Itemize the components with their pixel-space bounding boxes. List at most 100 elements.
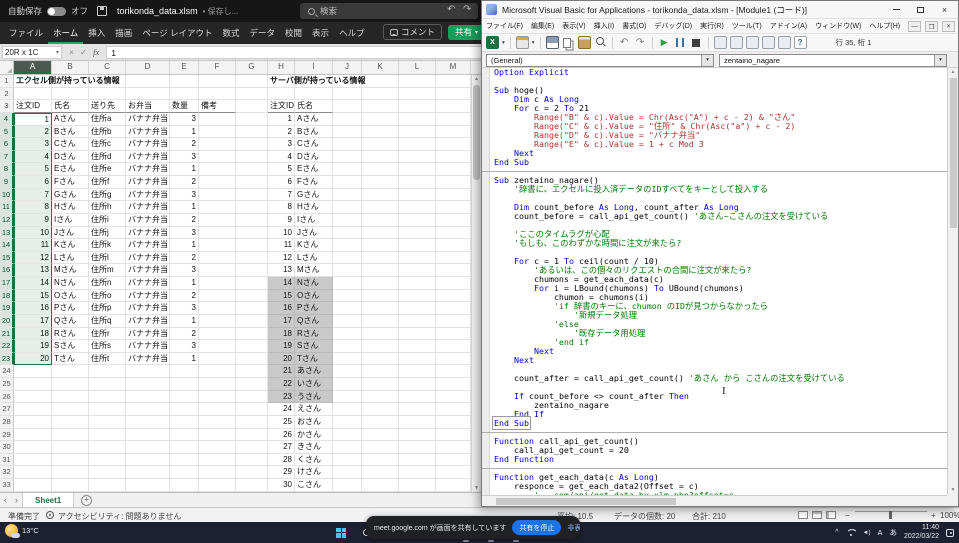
stop-sharing-button[interactable]: 共有を停止	[512, 520, 561, 535]
cell-K14[interactable]	[362, 239, 399, 252]
cell-F7[interactable]	[199, 151, 236, 164]
code-line[interactable]: 'end if	[494, 338, 947, 347]
cell-D19[interactable]: バナナ弁当	[126, 302, 170, 315]
cell-D29[interactable]	[126, 429, 170, 442]
project-explorer-icon[interactable]	[730, 36, 743, 49]
cell-G9[interactable]	[236, 176, 268, 189]
ribbon-tab[interactable]: 描画	[110, 22, 137, 44]
cell-D18[interactable]: バナナ弁当	[126, 290, 170, 303]
cell-L27[interactable]	[399, 403, 436, 416]
cell-A4[interactable]: 1	[14, 113, 52, 126]
cell-A28[interactable]	[14, 416, 52, 429]
cell-B22[interactable]: Sさん	[52, 340, 89, 353]
cell-C16[interactable]: 住所m	[89, 264, 126, 277]
cell-A30[interactable]	[14, 441, 52, 454]
vba-titlebar[interactable]: Microsoft Visual Basic for Applications …	[482, 1, 958, 19]
cell-J2[interactable]	[333, 88, 362, 101]
cell-K4[interactable]	[362, 113, 399, 126]
row-header-9[interactable]: 9	[0, 176, 14, 189]
cell-C23[interactable]: 住所t	[89, 353, 126, 366]
column-header-C[interactable]: C	[89, 61, 126, 74]
cell-K19[interactable]	[362, 302, 399, 315]
row-header-18[interactable]: 18	[0, 290, 14, 303]
cell-D32[interactable]	[126, 466, 170, 479]
sheet-nav-left-icon[interactable]: ‹	[0, 495, 11, 505]
cell-M1[interactable]	[436, 75, 471, 88]
cell-K32[interactable]	[362, 466, 399, 479]
cell-J11[interactable]	[333, 201, 362, 214]
row-header-15[interactable]: 15	[0, 252, 14, 265]
cell-H5[interactable]: 2	[268, 126, 295, 139]
zoom-level[interactable]: 100%	[940, 511, 959, 520]
cell-E25[interactable]	[170, 378, 199, 391]
cell-C30[interactable]	[89, 441, 126, 454]
cell-K1[interactable]	[362, 75, 399, 88]
row-header-6[interactable]: 6	[0, 138, 14, 151]
cell-E7[interactable]: 3	[170, 151, 199, 164]
row-header-25[interactable]: 25	[0, 378, 14, 391]
cell-M20[interactable]	[436, 315, 471, 328]
cell-J12[interactable]	[333, 214, 362, 227]
cell-K30[interactable]	[362, 441, 399, 454]
cell-C3[interactable]: 送り先	[89, 100, 126, 113]
cell-I3[interactable]: 氏名	[295, 100, 333, 113]
row-header-29[interactable]: 29	[0, 429, 14, 442]
vba-menu-item[interactable]: 編集(E)	[527, 21, 558, 31]
code-line[interactable]: count_after = call_api_get_count() 'あさん …	[494, 374, 947, 383]
cell-E4[interactable]: 3	[170, 113, 199, 126]
cell-B10[interactable]: Gさん	[52, 189, 89, 202]
code-line[interactable]: End If	[494, 410, 947, 419]
ribbon-tab[interactable]: データ	[245, 22, 281, 44]
cell-D20[interactable]: バナナ弁当	[126, 315, 170, 328]
row-header-32[interactable]: 32	[0, 466, 14, 479]
cell-K7[interactable]	[362, 151, 399, 164]
cell-C6[interactable]: 住所c	[89, 138, 126, 151]
cell-F27[interactable]	[199, 403, 236, 416]
row-header-8[interactable]: 8	[0, 163, 14, 176]
undo-icon[interactable]: ↶	[618, 36, 631, 49]
cell-J30[interactable]	[333, 441, 362, 454]
cell-L21[interactable]	[399, 328, 436, 341]
column-header-J[interactable]: J	[333, 61, 362, 74]
cell-I22[interactable]: Sさん	[295, 340, 333, 353]
cell-L8[interactable]	[399, 163, 436, 176]
cell-L4[interactable]	[399, 113, 436, 126]
stop-icon[interactable]	[690, 36, 703, 49]
code-line[interactable]	[494, 77, 947, 86]
cell-D7[interactable]: バナナ弁当	[126, 151, 170, 164]
cell-E11[interactable]: 1	[170, 201, 199, 214]
cell-I10[interactable]: Gさん	[295, 189, 333, 202]
cell-I19[interactable]: Pさん	[295, 302, 333, 315]
cell-J6[interactable]	[333, 138, 362, 151]
cell-M14[interactable]	[436, 239, 471, 252]
cell-J16[interactable]	[333, 264, 362, 277]
cell-A1[interactable]: エクセル側が持っている情報	[14, 75, 52, 88]
cell-M33[interactable]	[436, 479, 471, 492]
row-header-17[interactable]: 17	[0, 277, 14, 290]
cell-I12[interactable]: Iさん	[295, 214, 333, 227]
design-mode-icon[interactable]	[714, 36, 727, 49]
row-header-5[interactable]: 5	[0, 126, 14, 139]
cell-M18[interactable]	[436, 290, 471, 303]
new-sheet-icon[interactable]: +	[81, 495, 92, 506]
cell-I32[interactable]: けさん	[295, 466, 333, 479]
cell-D28[interactable]	[126, 416, 170, 429]
cell-D9[interactable]: バナナ弁当	[126, 176, 170, 189]
cell-I7[interactable]: Dさん	[295, 151, 333, 164]
cell-M25[interactable]	[436, 378, 471, 391]
cell-K25[interactable]	[362, 378, 399, 391]
row-header-3[interactable]: 3	[0, 100, 14, 113]
cell-M21[interactable]	[436, 328, 471, 341]
cell-E3[interactable]: 数量	[170, 100, 199, 113]
cell-J7[interactable]	[333, 151, 362, 164]
cell-C12[interactable]: 住所i	[89, 214, 126, 227]
zoom-slider-thumb[interactable]	[889, 511, 892, 519]
cell-F9[interactable]	[199, 176, 236, 189]
cell-K24[interactable]	[362, 365, 399, 378]
row-header-12[interactable]: 12	[0, 214, 14, 227]
cell-H26[interactable]: 23	[268, 391, 295, 404]
cell-D22[interactable]: バナナ弁当	[126, 340, 170, 353]
cell-H29[interactable]: 26	[268, 429, 295, 442]
cell-M16[interactable]	[436, 264, 471, 277]
column-header-L[interactable]: L	[399, 61, 436, 74]
